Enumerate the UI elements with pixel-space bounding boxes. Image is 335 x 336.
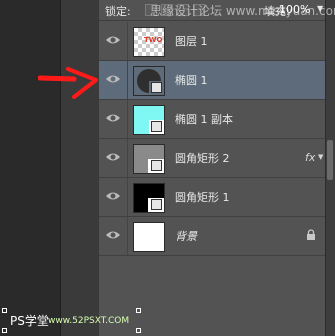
layer-name: 圆角矩形 1 [175,191,230,204]
row-separator [127,61,128,99]
layer-name: 图层 1 [175,35,208,48]
eye-icon[interactable] [105,190,121,202]
row-separator [127,100,128,138]
scrollbar-thumb[interactable] [327,140,333,180]
fx-icon[interactable]: fx [305,151,315,164]
shape-badge-icon [151,121,162,132]
layer-row[interactable]: TWO 图层 1 [99,22,325,61]
shape-badge-icon [151,160,162,171]
canvas-area [0,0,60,336]
eye-icon[interactable] [105,73,121,85]
layer-thumbnail [133,105,165,135]
layer-name: 椭圆 1 副本 [175,113,233,126]
bottom-watermark: PS学堂 www.52PSXT.COM [2,308,142,334]
row-separator [127,139,128,177]
layer-row[interactable]: 圆角矩形 1 [99,178,325,217]
layer-thumbnail [133,183,165,213]
lock-label: 锁定: [105,5,131,18]
eye-icon[interactable] [105,34,121,46]
shape-badge-icon [151,199,162,210]
panel-gutter [60,0,100,336]
layer-thumbnail [133,144,165,174]
eye-icon[interactable] [105,112,121,124]
row-separator [127,217,128,255]
layer-row[interactable]: 椭圆 1 副本 [99,100,325,139]
eye-icon[interactable] [105,229,121,241]
layer-thumbnail [133,222,165,252]
layer-thumbnail [133,66,165,96]
eye-icon[interactable] [105,151,121,163]
layer-row-selected[interactable]: 椭圆 1 [99,61,325,100]
corner-marker [2,328,7,333]
corner-marker [136,328,141,333]
watermark: 思缘设计论坛 www.missyuan.com [150,4,335,18]
corner-marker [2,308,7,313]
pointer-arrow-icon [38,67,98,99]
layer-row[interactable]: 背景 [99,217,325,256]
shape-badge-icon [151,82,162,93]
watermark-url: www.52PSXT.COM [48,316,130,326]
layer-name: 椭圆 1 [175,74,208,87]
layer-name: 背景 [175,230,197,243]
fx-expand-icon[interactable]: ▼ [318,153,323,161]
layer-name: 圆角矩形 2 [175,152,230,165]
row-separator [127,178,128,216]
corner-marker [136,308,141,313]
watermark-logo-text: PS学堂 [10,314,49,328]
layer-row[interactable]: 圆角矩形 2 fx ▼ [99,139,325,178]
row-separator [127,22,128,60]
lock-icon [307,229,315,240]
layer-thumbnail: TWO [133,27,165,57]
